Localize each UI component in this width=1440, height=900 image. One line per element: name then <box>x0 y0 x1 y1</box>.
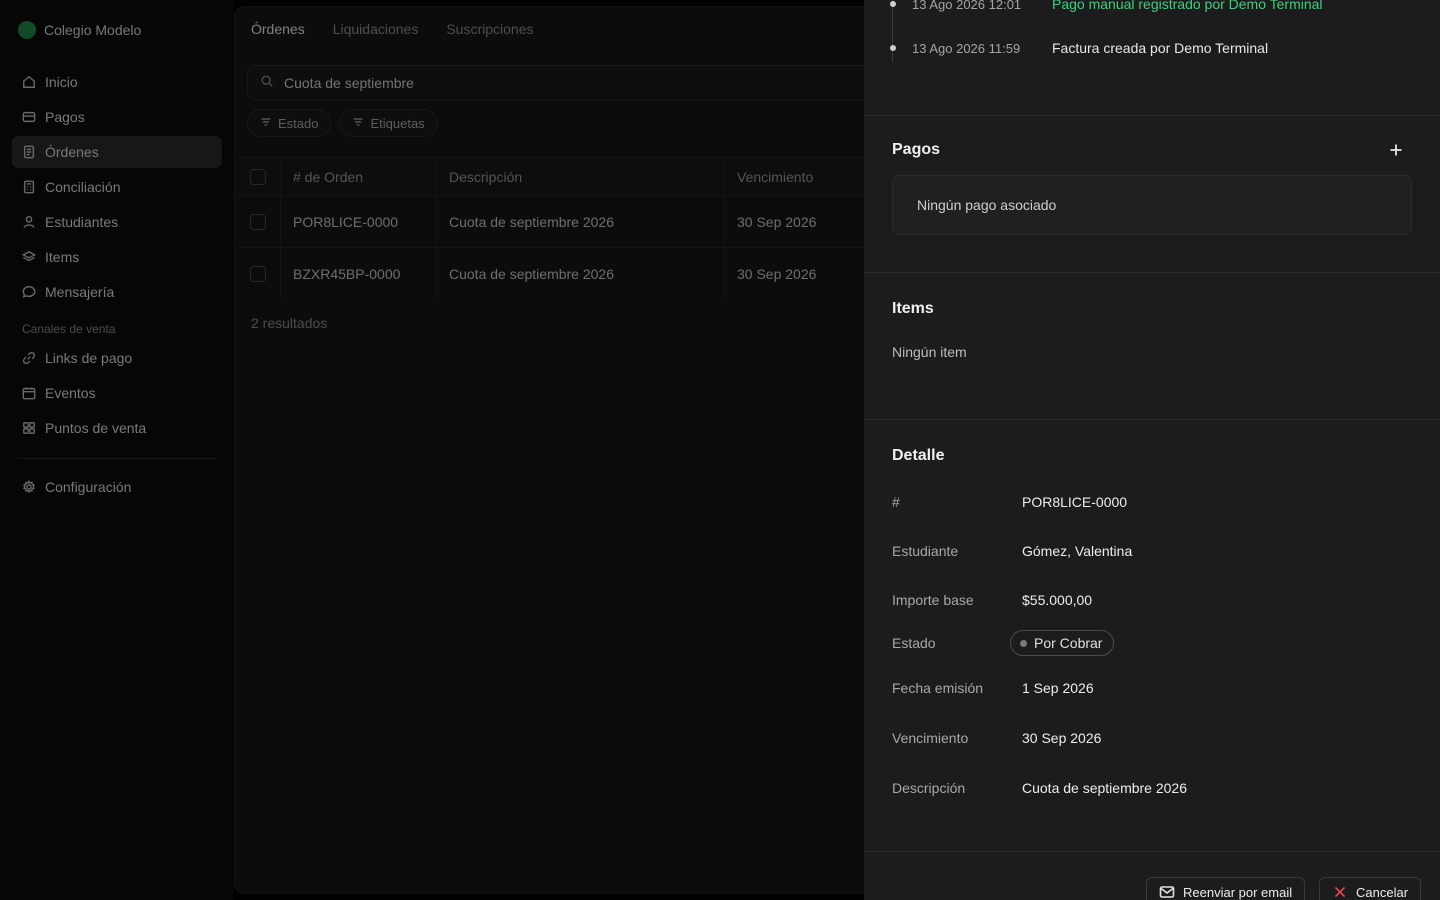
plus-icon <box>1390 144 1402 156</box>
timeline-time: 13 Ago 2026 12:01 <box>912 0 1022 12</box>
detail-label: Descripción <box>892 780 966 796</box>
detail-label: Vencimiento <box>892 730 969 746</box>
pagos-empty-state: Ningún pago asociado <box>892 175 1412 235</box>
cancel-order-button[interactable]: Cancelar <box>1319 877 1422 900</box>
timeline-dot <box>890 45 896 51</box>
detail-row-emision: Fecha emisión 1 Sep 2026 <box>892 680 1094 696</box>
detail-label: Importe base <box>892 592 974 608</box>
mail-icon <box>1159 886 1175 898</box>
detail-label: # <box>892 494 900 510</box>
timeline-dot <box>890 1 896 7</box>
timeline-text: Pago manual registrado por Demo Terminal <box>1052 0 1323 12</box>
detalle-title: Detalle <box>892 447 945 464</box>
detail-label: Estudiante <box>892 543 959 559</box>
pagos-title: Pagos <box>892 141 941 158</box>
items-empty-state: Ningún item <box>892 344 967 360</box>
detail-row-importe: Importe base $55.000,00 <box>892 592 1092 608</box>
detail-row-estudiante: Estudiante Gómez, Valentina <box>892 543 1132 559</box>
detail-value: Gómez, Valentina <box>1022 543 1133 559</box>
detail-value: $55.000,00 <box>1022 592 1093 608</box>
detail-row-vencimiento: Vencimiento 30 Sep 2026 <box>892 730 1101 746</box>
detail-value: 30 Sep 2026 <box>1022 730 1102 746</box>
detail-row-descripcion: Descripción Cuota de septiembre 2026 <box>892 780 1187 796</box>
status-badge: Por Cobrar <box>1010 630 1115 656</box>
detail-row-estado: Estado Por Cobrar <box>892 630 1115 656</box>
add-payment-button[interactable] <box>1388 142 1404 158</box>
drawer-footer: Reenviar por email Cancelar <box>864 851 1440 900</box>
button-label: Cancelar <box>1356 884 1409 900</box>
detail-label: Estado <box>892 635 936 651</box>
detail-value: POR8LICE-0000 <box>1022 494 1128 510</box>
timeline-text: Factura creada por Demo Terminal <box>1052 40 1269 56</box>
button-label: Reenviar por email <box>1183 884 1293 900</box>
detail-label: Fecha emisión <box>892 680 984 696</box>
timeline-time: 13 Ago 2026 11:59 <box>912 40 1021 56</box>
status-text: Por Cobrar <box>1034 635 1103 651</box>
detail-row-numero: # POR8LICE-0000 <box>892 494 1127 510</box>
order-detail-drawer: 13 Ago 2026 12:01 Pago manual registrado… <box>864 0 1440 900</box>
close-icon <box>1334 886 1346 898</box>
timeline-item: 13 Ago 2026 11:59 Factura creada por Dem… <box>890 40 1430 56</box>
status-dot <box>1020 639 1027 647</box>
detail-value: Cuota de septiembre 2026 <box>1022 780 1187 796</box>
items-title: Items <box>892 300 934 317</box>
detail-value: 1 Sep 2026 <box>1022 680 1094 696</box>
resend-email-button[interactable]: Reenviar por email <box>1146 877 1306 900</box>
timeline-item: 13 Ago 2026 12:01 Pago manual registrado… <box>890 0 1430 12</box>
items-section: Items Ningún item <box>864 272 1440 420</box>
pagos-section: Pagos Ningún pago asociado <box>864 115 1440 273</box>
